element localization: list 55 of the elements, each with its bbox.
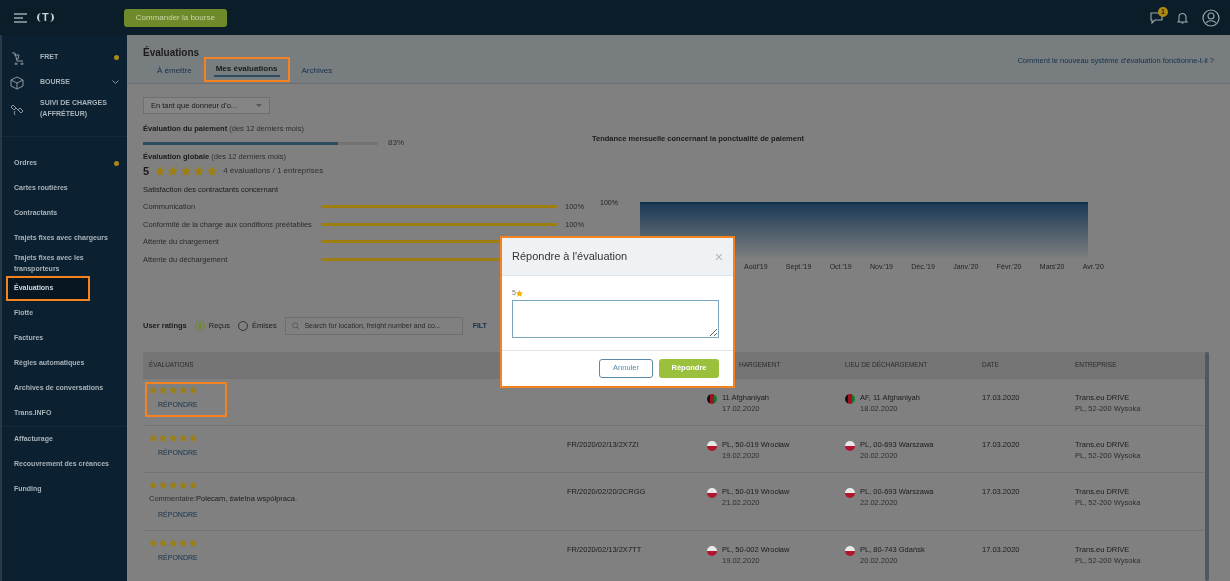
star-icon [169, 434, 177, 442]
star-icon [159, 539, 167, 547]
caret-icon [256, 104, 262, 107]
flag-icon [845, 488, 855, 498]
chat-icon[interactable] [1150, 11, 1163, 24]
rating-summary: 4 évaluations / 1 entreprises [223, 165, 324, 177]
user-avatar-icon[interactable] [1202, 8, 1220, 27]
star-icon [207, 166, 218, 176]
bell-icon[interactable] [1177, 11, 1188, 24]
star-icon [169, 386, 177, 394]
star-icon [194, 166, 205, 176]
star-icon [179, 539, 187, 547]
status-dot [114, 55, 119, 60]
flag-icon [845, 546, 855, 556]
star-icon [189, 481, 197, 489]
star-icon [515, 289, 523, 297]
star-icon [179, 481, 187, 489]
flag-icon [707, 441, 717, 451]
flag-icon [707, 546, 717, 556]
star-icon [149, 539, 157, 547]
percentage-text: 83% [388, 138, 404, 148]
flag-icon [707, 394, 717, 404]
star-icon [159, 386, 167, 394]
flag-icon [707, 488, 717, 498]
star-icon [179, 386, 187, 394]
star-icon [179, 434, 187, 442]
scrollbar[interactable] [1205, 352, 1209, 581]
status-dot [114, 161, 119, 166]
flag-icon [845, 441, 855, 451]
menu-icon[interactable] [14, 12, 27, 23]
star-icon [149, 481, 157, 489]
star-icon [189, 434, 197, 442]
chevron-down-icon [112, 80, 119, 85]
score-text: 5 [143, 165, 150, 177]
logo[interactable]: T [37, 13, 54, 22]
star-icon [181, 166, 192, 176]
flag-icon [845, 394, 855, 404]
radio-button[interactable] [194, 321, 205, 331]
reply-text-area[interactable] [512, 299, 719, 338]
search-icon [291, 322, 300, 330]
cube-icon [10, 75, 24, 90]
star-icon [189, 386, 197, 394]
star-icon [189, 539, 197, 547]
tab[interactable]: Mes évaluations [203, 57, 290, 82]
star-icon [169, 539, 177, 547]
page-title: Évaluations [143, 47, 201, 59]
star-icon [159, 434, 167, 442]
dialog-title: Répondre à l'évaluation [512, 249, 628, 265]
star-icon [149, 386, 157, 394]
star-icon [149, 434, 157, 442]
star-icon [168, 166, 179, 176]
hand-truck-icon [10, 50, 24, 65]
star-icon [155, 166, 166, 176]
star-icon [169, 481, 177, 489]
star-icon [159, 481, 167, 489]
